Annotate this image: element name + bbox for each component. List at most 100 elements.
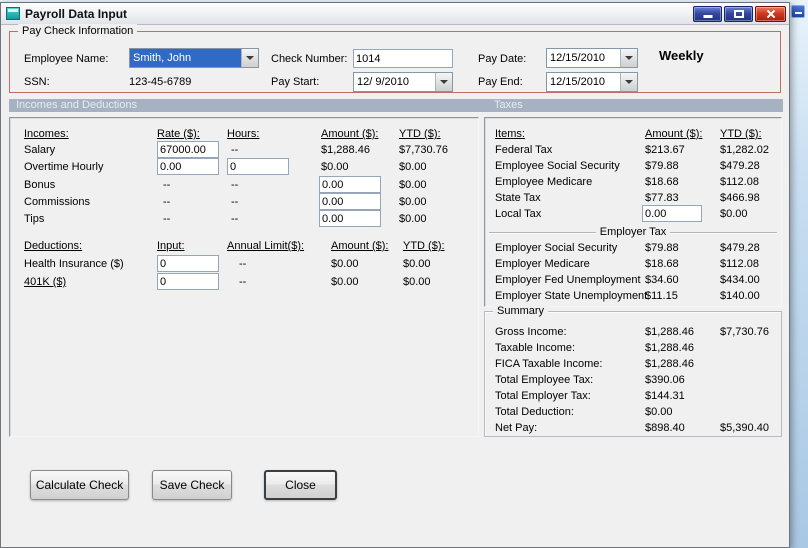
summary-row-total-employer-tax: Total Employer Tax: $144.31 — [485, 389, 781, 406]
tax-row-employee-medicare: Employee Medicare $18.68 $112.08 — [485, 175, 781, 192]
summary-caption: Summary — [493, 304, 549, 318]
ssn-label: SSN: — [24, 76, 50, 88]
pay-frequency-label: Weekly — [659, 48, 704, 63]
k401-limit: -- — [239, 276, 247, 288]
deductions-header: Deductions: — [24, 240, 83, 252]
employer-tax-header: Employer Tax — [599, 226, 667, 238]
calculate-check-button[interactable]: Calculate Check — [30, 470, 129, 500]
tax-row-employer-medicare: Employer Medicare $18.68 $112.08 — [485, 257, 781, 274]
overtime-amount: $0.00 — [321, 161, 349, 173]
employer-ss-amount: $79.88 — [645, 242, 679, 254]
chevron-down-icon[interactable] — [435, 73, 452, 91]
titlebar[interactable]: Payroll Data Input — [1, 3, 789, 25]
amount-header: Amount ($): — [321, 128, 379, 140]
state-tax-ytd: $466.98 — [720, 192, 760, 204]
employee-medicare-label: Employee Medicare — [495, 176, 593, 188]
tax-row-employer-fed-unemp: Employer Fed Unemployment $34.60 $434.00 — [485, 273, 781, 290]
employer-state-unemp-label: Employer State Unemployment — [495, 290, 648, 302]
payroll-data-input-window: Payroll Data Input Pay Check Information… — [0, 2, 790, 548]
total-employer-tax-amount: $144.31 — [645, 390, 685, 402]
ded-ytd-header: YTD ($): — [403, 240, 445, 252]
minimize-button[interactable] — [693, 5, 722, 22]
commissions-hours: -- — [231, 196, 239, 208]
k401-amount: $0.00 — [331, 276, 359, 288]
save-check-button[interactable]: Save Check — [152, 470, 232, 500]
taxes-panel: Items: Amount ($): YTD ($): Federal Tax … — [484, 117, 782, 307]
summary-row-fica: FICA Taxable Income: $1,288.46 — [485, 357, 781, 374]
total-employee-tax-amount: $390.06 — [645, 374, 685, 386]
check-number-label: Check Number: — [271, 53, 348, 65]
tax-row-federal: Federal Tax $213.67 $1,282.02 — [485, 143, 781, 160]
employer-state-unemp-ytd: $140.00 — [720, 290, 760, 302]
taxes-header-row: Items: Amount ($): YTD ($): — [485, 127, 781, 144]
gross-income-ytd: $7,730.76 — [720, 326, 769, 338]
tax-row-local: Local Tax $0.00 — [485, 205, 781, 224]
deduction-row-health: Health Insurance ($) -- $0.00 $0.00 — [10, 255, 478, 274]
k401-input[interactable] — [157, 273, 219, 290]
app-icon — [6, 7, 20, 20]
overtime-hours-input[interactable] — [227, 158, 289, 175]
total-employer-tax-label: Total Employer Tax: — [495, 390, 591, 402]
tax-ytd-header: YTD ($): — [720, 128, 762, 140]
chevron-down-icon[interactable] — [241, 49, 258, 67]
overtime-rate-input[interactable] — [157, 158, 219, 175]
salary-hours: -- — [231, 144, 239, 156]
summary-row-total-employee-tax: Total Employee Tax: $390.06 — [485, 373, 781, 390]
health-insurance-label: Health Insurance ($) — [24, 258, 124, 270]
pay-end-label: Pay End: — [478, 76, 523, 88]
state-tax-amount: $77.83 — [645, 192, 679, 204]
employee-ss-ytd: $479.28 — [720, 160, 760, 172]
salary-label: Salary — [24, 144, 56, 156]
pay-start-select[interactable]: 12/ 9/2010 — [353, 72, 453, 92]
tips-hours: -- — [231, 213, 239, 225]
chevron-down-icon[interactable] — [620, 49, 637, 67]
incomes-header-row: Incomes: Rate ($): Hours: Amount ($): YT… — [10, 127, 478, 144]
tax-row-employee-ss: Employee Social Security $79.88 $479.28 — [485, 159, 781, 176]
k401-link[interactable]: 401K ($) — [24, 275, 66, 289]
employer-medicare-amount: $18.68 — [645, 258, 679, 270]
summary-row-gross: Gross Income: $1,288.46 $7,730.76 — [485, 325, 781, 342]
pay-end-select[interactable]: 12/15/2010 — [546, 72, 638, 92]
health-insurance-input[interactable] — [157, 255, 219, 272]
titlebar-buttons — [693, 5, 786, 22]
bonus-amount-input[interactable] — [319, 176, 381, 193]
tax-amount-header: Amount ($): — [645, 128, 703, 140]
tips-rate: -- — [163, 213, 171, 225]
incomes-deductions-band-label: Incomes and Deductions — [16, 99, 138, 111]
commissions-rate: -- — [163, 196, 171, 208]
salary-rate-input[interactable] — [157, 141, 219, 158]
pay-start-value: 12/ 9/2010 — [357, 76, 409, 88]
commissions-amount-input[interactable] — [319, 193, 381, 210]
close-button[interactable]: Close — [264, 470, 337, 500]
employer-fed-unemp-label: Employer Fed Unemployment — [495, 274, 641, 286]
fica-taxable-label: FICA Taxable Income: — [495, 358, 603, 370]
local-tax-input[interactable] — [642, 205, 702, 222]
pay-start-label: Pay Start: — [271, 76, 320, 88]
federal-tax-label: Federal Tax — [495, 144, 553, 156]
employee-medicare-amount: $18.68 — [645, 176, 679, 188]
gross-income-amount: $1,288.46 — [645, 326, 694, 338]
client-area: Pay Check Information Employee Name: Smi… — [1, 24, 789, 548]
items-header: Items: — [495, 128, 525, 140]
deductions-header-row: Deductions: Input: Annual Limit($): Amou… — [10, 239, 478, 256]
check-number-input[interactable] — [353, 49, 453, 68]
health-limit: -- — [239, 258, 247, 270]
chevron-down-icon[interactable] — [620, 73, 637, 91]
background-window-minimize-button[interactable] — [791, 5, 805, 18]
employer-fed-unemp-ytd: $434.00 — [720, 274, 760, 286]
ytd-header: YTD ($): — [399, 128, 441, 140]
maximize-button[interactable] — [724, 5, 753, 22]
local-tax-label: Local Tax — [495, 208, 542, 220]
commissions-label: Commissions — [24, 196, 91, 208]
employee-ss-label: Employee Social Security — [495, 160, 620, 172]
paycheck-info-group: Pay Check Information Employee Name: Smi… — [9, 24, 781, 93]
bonus-hours: -- — [231, 179, 239, 191]
close-window-button[interactable] — [755, 5, 786, 22]
pay-date-select[interactable]: 12/15/2010 — [546, 48, 638, 68]
tips-amount-input[interactable] — [319, 210, 381, 227]
federal-tax-ytd: $1,282.02 — [720, 144, 769, 156]
employer-tax-separator: Employer Tax — [489, 226, 777, 239]
employee-name-select[interactable]: Smith, John — [129, 48, 259, 68]
pay-date-label: Pay Date: — [478, 53, 527, 65]
annual-limit-header: Annual Limit($): — [227, 240, 305, 252]
